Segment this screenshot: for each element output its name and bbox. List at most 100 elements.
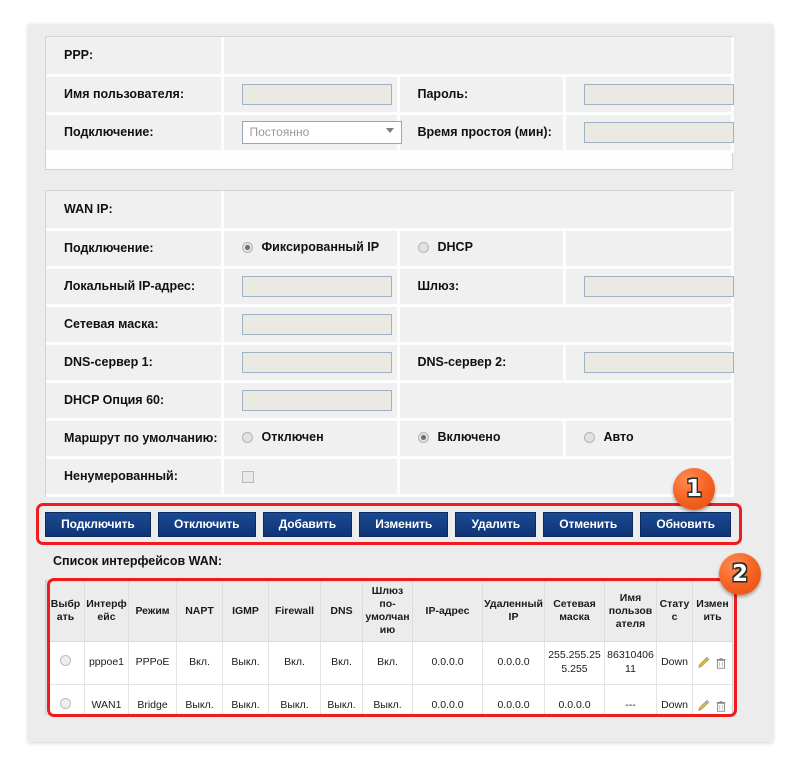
delete-button[interactable]: Удалить <box>455 511 537 537</box>
radio-fixed-ip[interactable]: Фиксированный IP <box>241 240 380 255</box>
wanip-connection-blank-cell <box>564 229 734 269</box>
wanip-dns2-input-cell <box>564 343 734 383</box>
radio-route-disabled[interactable]: Отключен <box>241 430 324 445</box>
wanip-netmask-input[interactable] <box>241 313 392 335</box>
ppp-password-label-cell: Пароль: <box>398 75 566 115</box>
row-dns: Вкл. <box>320 640 363 685</box>
row-status: Down <box>656 683 693 714</box>
wan-list-caption: Список интерфейсов WAN: <box>45 548 733 574</box>
add-button[interactable]: Добавить <box>262 511 353 537</box>
table-row: pppoe1 PPPoE Вкл. Выкл. Вкл. Вкл. Вкл. 0… <box>46 640 732 685</box>
ppp-idle-time-input[interactable] <box>583 121 734 143</box>
wanip-localip-label-cell: Локальный IP-адрес: <box>46 267 224 307</box>
row-actions-cell <box>692 683 732 714</box>
col-status: Статус <box>656 581 693 642</box>
wanip-default-route-label: Маршрут по умолчанию: <box>64 431 218 445</box>
col-napt: NAPT <box>176 581 223 642</box>
row-select-radio[interactable] <box>60 697 71 709</box>
wanip-connection-label: Подключение: <box>64 241 154 255</box>
row-mode: Bridge <box>128 683 177 714</box>
col-username: Имя пользователя <box>604 581 657 642</box>
connect-button[interactable]: Подключить <box>45 511 151 537</box>
wanip-local-ip-label: Локальный IP-адрес: <box>64 279 196 293</box>
wanip-unnumbered-row: Ненумерованный: <box>46 457 734 497</box>
ppp-password-input[interactable] <box>583 83 734 105</box>
row-select-cell[interactable] <box>46 640 85 685</box>
wan-table-header-row: Выбрать Интерфейс Режим NAPT IGMP Firewa… <box>46 581 732 642</box>
wanip-connection-label-cell: Подключение: <box>46 229 224 269</box>
wanip-dhcpopt60-row: DHCP Опция 60: <box>46 381 734 421</box>
radio-route-enabled-label: Включено <box>437 430 501 445</box>
ppp-section-blank-cell <box>222 37 734 77</box>
wanip-dhcpopt60-input-cell <box>222 381 400 421</box>
pencil-icon[interactable] <box>697 699 711 713</box>
wanip-unnumbered-checkbox[interactable] <box>241 470 254 483</box>
wanip-fixed-ip-cell[interactable]: Фиксированный IP <box>222 229 400 269</box>
wan-interface-list-panel: Выбрать Интерфейс Режим NAPT IGMP Firewa… <box>45 580 733 715</box>
ppp-username-input[interactable] <box>241 83 392 105</box>
radio-route-auto-label: Авто <box>603 430 634 445</box>
wanip-dns1-input[interactable] <box>241 351 392 373</box>
refresh-button[interactable]: Обновить <box>640 511 732 537</box>
ppp-section-title-cell: PPP: <box>46 37 224 77</box>
wanip-netmask-label: Сетевая маска: <box>64 317 159 331</box>
wanip-localip-input-cell <box>222 267 400 307</box>
row-interface: WAN1 <box>84 683 129 714</box>
row-remote-ip: 0.0.0.0 <box>482 640 545 685</box>
radio-fixed-ip-label: Фиксированный IP <box>261 240 380 255</box>
pencil-icon[interactable] <box>697 656 711 670</box>
wanip-unnumbered-label: Ненумерованный: <box>64 469 178 483</box>
radio-route-disabled-label: Отключен <box>261 430 324 445</box>
ppp-connection-select[interactable]: Постоянно <box>241 120 402 144</box>
wanip-dhcp-cell[interactable]: DHCP <box>398 229 566 269</box>
wanip-dns2-label-cell: DNS-сервер 2: <box>398 343 566 383</box>
row-select-radio[interactable] <box>60 654 71 666</box>
col-firewall: Firewall <box>268 581 321 642</box>
wanip-route-disabled-cell[interactable]: Отключен <box>222 419 400 459</box>
annotation-badge-1: 1 <box>673 468 715 510</box>
cancel-button[interactable]: Отменить <box>543 511 634 537</box>
row-firewall: Выкл. <box>268 683 321 714</box>
row-firewall: Вкл. <box>268 640 321 685</box>
radio-dhcp[interactable]: DHCP <box>417 240 473 254</box>
ppp-password-label: Пароль: <box>417 87 469 101</box>
wanip-route-enabled-cell[interactable]: Включено <box>398 419 566 459</box>
ppp-connection-label-cell: Подключение: <box>46 113 224 153</box>
trash-icon[interactable] <box>714 656 728 670</box>
row-mode: PPPoE <box>128 640 177 685</box>
wanip-section-blank-cell <box>222 191 734 231</box>
wanip-dns1-label-cell: DNS-сервер 1: <box>46 343 224 383</box>
ppp-username-input-cell <box>222 75 400 115</box>
wanip-dns2-label: DNS-сервер 2: <box>417 355 507 369</box>
wanip-dhcp-option60-label: DHCP Опция 60: <box>64 393 165 407</box>
wanip-gateway-label: Шлюз: <box>417 279 460 293</box>
wanip-section-row: WAN IP: <box>46 191 734 231</box>
wanip-dhcpopt60-label-cell: DHCP Опция 60: <box>46 381 224 421</box>
modify-button[interactable]: Изменить <box>359 511 449 537</box>
wanip-gateway-input[interactable] <box>583 275 734 297</box>
ppp-connection-select-cell: Постоянно <box>222 113 402 153</box>
row-napt: Вкл. <box>176 640 223 685</box>
ppp-connection-select-value: Постоянно <box>249 124 310 139</box>
col-dns: DNS <box>320 581 363 642</box>
wanip-local-ip-input[interactable] <box>241 275 392 297</box>
annotation-badge-2: 2 <box>719 553 761 595</box>
row-select-cell[interactable] <box>46 683 85 714</box>
row-netmask: 0.0.0.0 <box>544 683 605 714</box>
wanip-dhcp-option60-input[interactable] <box>241 389 392 411</box>
ppp-settings-panel: PPP: Имя пользователя: Пароль: Подключен… <box>45 36 734 170</box>
radio-route-enabled[interactable]: Включено <box>417 430 501 445</box>
action-buttons-row: Подключить Отключить Добавить Изменить У… <box>45 510 732 538</box>
row-actions-cell <box>692 640 732 685</box>
trash-icon[interactable] <box>714 699 728 713</box>
radio-route-enabled-icon <box>417 431 429 443</box>
row-default-gateway: Вкл. <box>362 640 413 685</box>
ppp-idle-time-label: Время простоя (мин): <box>417 125 552 139</box>
wanip-route-auto-cell[interactable]: Авто <box>564 419 734 459</box>
disconnect-button[interactable]: Отключить <box>157 511 256 537</box>
wanip-unnumbered-checkbox-cell <box>222 457 400 497</box>
radio-route-auto[interactable]: Авто <box>583 430 634 445</box>
ppp-idle-label-cell: Время простоя (мин): <box>398 113 566 153</box>
radio-fixed-ip-icon <box>241 241 253 253</box>
wanip-dns2-input[interactable] <box>583 351 734 373</box>
